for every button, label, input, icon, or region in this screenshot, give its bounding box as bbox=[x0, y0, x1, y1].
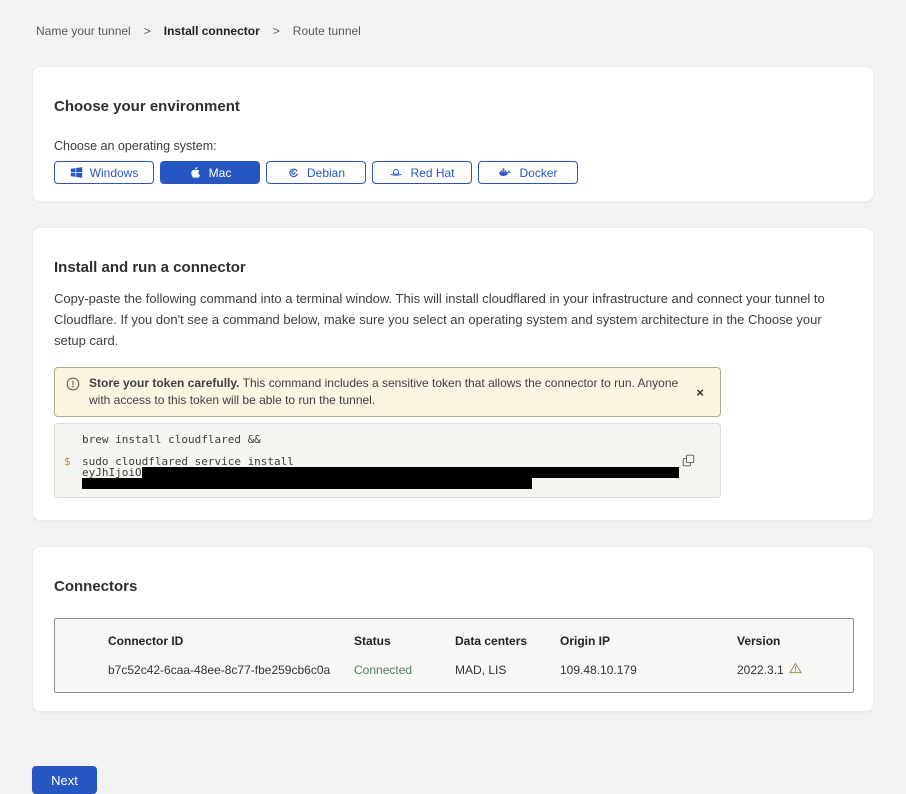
breadcrumb-step-install-connector[interactable]: Install connector bbox=[164, 24, 260, 38]
tunnel-setup-page: Name your tunnel > Install connector > R… bbox=[0, 0, 906, 794]
origin-ip-value: 109.48.10.179 bbox=[560, 663, 737, 677]
next-button[interactable]: Next bbox=[32, 766, 97, 794]
copy-icon[interactable] bbox=[680, 452, 697, 472]
os-button-debian[interactable]: Debian bbox=[266, 161, 366, 184]
status-badge: Connected bbox=[354, 663, 455, 677]
card-title: Choose your environment bbox=[54, 98, 852, 115]
os-button-label: Red Hat bbox=[410, 166, 454, 180]
connector-row: b7c52c42-6caa-48ee-8c77-fbe259cb6c0a Con… bbox=[108, 662, 837, 677]
os-button-label: Mac bbox=[209, 166, 232, 180]
redacted-token-bar bbox=[142, 467, 679, 478]
install-connector-card: Install and run a connector Copy-paste t… bbox=[32, 227, 874, 521]
windows-icon bbox=[70, 166, 83, 179]
warning-message: Store your token carefully. This command… bbox=[89, 375, 681, 409]
os-button-redhat[interactable]: Red Hat bbox=[372, 161, 472, 184]
command-line-2: sudo cloudflared service install bbox=[55, 456, 720, 467]
connectors-card: Connectors Connector ID Status Data cent… bbox=[32, 546, 874, 712]
breadcrumb-separator: > bbox=[273, 24, 280, 38]
os-button-docker[interactable]: Docker bbox=[478, 161, 578, 184]
apple-icon bbox=[189, 166, 202, 179]
os-button-group: Windows Mac Debian Red Hat bbox=[54, 161, 852, 184]
connectors-table: Connector ID Status Data centers Origin … bbox=[54, 618, 854, 693]
os-button-label: Windows bbox=[90, 166, 139, 180]
breadcrumb: Name your tunnel > Install connector > R… bbox=[32, 0, 874, 66]
terminal-command-block: $ brew install cloudflared && sudo cloud… bbox=[54, 423, 721, 498]
breadcrumb-step-route-tunnel[interactable]: Route tunnel bbox=[293, 24, 361, 38]
redhat-icon bbox=[389, 166, 403, 179]
command-line-1: brew install cloudflared && bbox=[55, 434, 720, 445]
version-value: 2022.3.1 bbox=[737, 663, 784, 677]
command-line-token: eyJhIjoiO bbox=[55, 467, 720, 478]
os-select-label: Choose an operating system: bbox=[54, 139, 852, 153]
version-cell: 2022.3.1 bbox=[737, 662, 837, 677]
shell-prompt: $ bbox=[64, 456, 71, 467]
warning-triangle-icon bbox=[789, 662, 802, 677]
os-button-label: Docker bbox=[519, 166, 557, 180]
column-header-version: Version bbox=[737, 634, 837, 648]
column-header-origin-ip: Origin IP bbox=[560, 634, 737, 648]
choose-environment-card: Choose your environment Choose an operat… bbox=[32, 66, 874, 202]
connector-id-value: b7c52c42-6caa-48ee-8c77-fbe259cb6c0a bbox=[108, 663, 354, 677]
table-header-row: Connector ID Status Data centers Origin … bbox=[108, 634, 837, 648]
token-warning-banner: Store your token carefully. This command… bbox=[54, 367, 721, 417]
alert-circle-icon bbox=[66, 377, 80, 409]
breadcrumb-step-name-your-tunnel[interactable]: Name your tunnel bbox=[36, 24, 131, 38]
warning-title: Store your token carefully. bbox=[89, 376, 240, 390]
card-title: Install and run a connector bbox=[54, 259, 852, 276]
column-header-data-centers: Data centers bbox=[455, 634, 560, 648]
breadcrumb-separator: > bbox=[144, 24, 151, 38]
data-centers-value: MAD, LIS bbox=[455, 663, 560, 677]
docker-icon bbox=[498, 166, 512, 179]
debian-icon bbox=[287, 166, 300, 179]
install-description: Copy-paste the following command into a … bbox=[54, 288, 852, 351]
os-button-mac[interactable]: Mac bbox=[160, 161, 260, 184]
os-button-windows[interactable]: Windows bbox=[54, 161, 154, 184]
redacted-token-bar bbox=[82, 478, 532, 489]
token-prefix: eyJhIjoiO bbox=[82, 467, 142, 478]
column-header-connector-id: Connector ID bbox=[108, 634, 354, 648]
column-header-status: Status bbox=[354, 634, 455, 648]
command-line-token-2 bbox=[55, 478, 720, 489]
os-button-label: Debian bbox=[307, 166, 345, 180]
card-title: Connectors bbox=[54, 578, 852, 595]
close-icon[interactable]: × bbox=[690, 386, 710, 399]
